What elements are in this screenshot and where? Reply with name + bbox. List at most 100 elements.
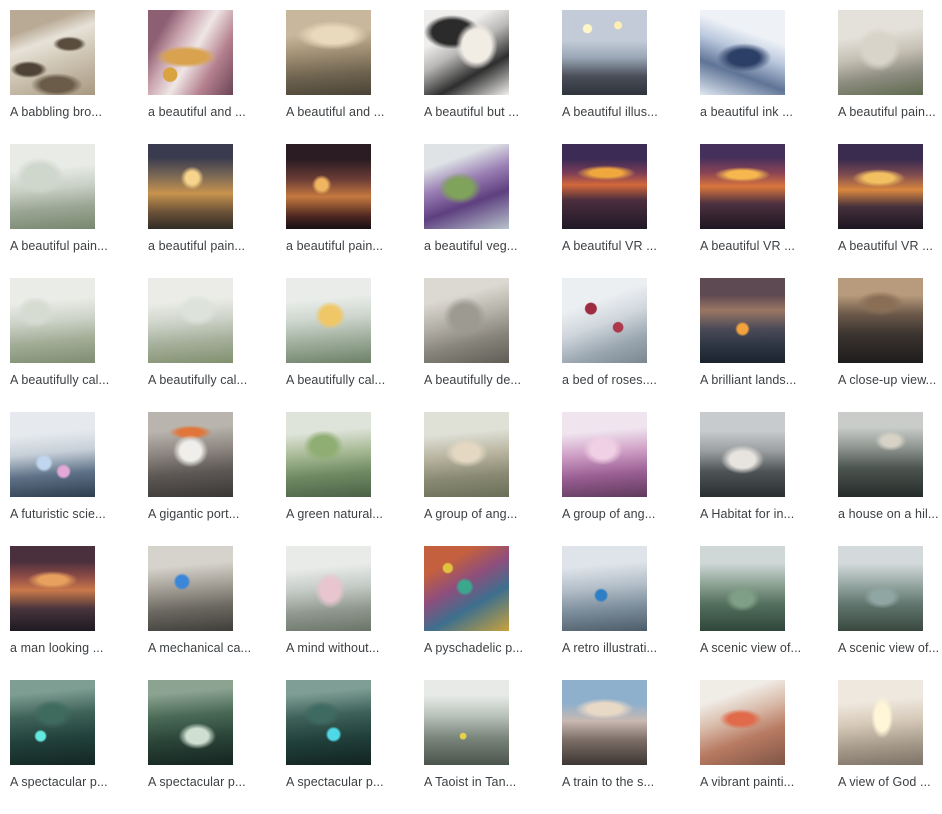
- thumbnail-image[interactable]: [562, 680, 647, 765]
- thumbnail-image[interactable]: [562, 546, 647, 631]
- thumbnail-image[interactable]: [286, 278, 371, 363]
- thumbnail-image[interactable]: [838, 412, 923, 497]
- gallery-item[interactable]: A beautifully cal...: [10, 278, 148, 412]
- gallery-item[interactable]: A beautiful and ...: [286, 10, 424, 144]
- thumbnail-image[interactable]: [10, 144, 95, 229]
- thumbnail-image[interactable]: [700, 144, 785, 229]
- thumbnail-image[interactable]: [424, 680, 509, 765]
- gallery-item[interactable]: A vibrant painti...: [700, 680, 838, 814]
- thumbnail-image[interactable]: [424, 278, 509, 363]
- thumbnail-image[interactable]: [148, 144, 233, 229]
- thumbnail-image[interactable]: [286, 412, 371, 497]
- gallery-item[interactable]: A spectacular p...: [10, 680, 148, 814]
- thumbnail-artwork: [10, 412, 95, 497]
- gallery-item[interactable]: A Habitat for in...: [700, 412, 838, 546]
- thumbnail-image[interactable]: [838, 10, 923, 95]
- thumbnail-artwork: [424, 10, 509, 95]
- thumbnail-image[interactable]: [700, 546, 785, 631]
- gallery-item[interactable]: A close-up view...: [838, 278, 942, 412]
- thumbnail-image[interactable]: [838, 278, 923, 363]
- thumbnail-image[interactable]: [424, 144, 509, 229]
- gallery-item[interactable]: A group of ang...: [424, 412, 562, 546]
- gallery-item[interactable]: A beautifully de...: [424, 278, 562, 412]
- thumbnail-image[interactable]: [148, 10, 233, 95]
- gallery-item[interactable]: A spectacular p...: [286, 680, 424, 814]
- gallery-item[interactable]: A train to the s...: [562, 680, 700, 814]
- gallery-item[interactable]: A beautiful VR ...: [562, 144, 700, 278]
- thumbnail-image[interactable]: [562, 412, 647, 497]
- thumbnail-caption: A spectacular p...: [286, 775, 384, 789]
- gallery-item[interactable]: A Taoist in Tan...: [424, 680, 562, 814]
- thumbnail-image[interactable]: [562, 278, 647, 363]
- gallery-item[interactable]: A beautifully cal...: [148, 278, 286, 412]
- gallery-item[interactable]: A beautiful VR ...: [838, 144, 942, 278]
- thumbnail-artwork: [10, 546, 95, 631]
- gallery-item[interactable]: a beautiful pain...: [286, 144, 424, 278]
- thumbnail-image[interactable]: [700, 412, 785, 497]
- gallery-item[interactable]: A pyschadelic p...: [424, 546, 562, 680]
- thumbnail-caption: A spectacular p...: [10, 775, 108, 789]
- gallery-item[interactable]: A beautiful illus...: [562, 10, 700, 144]
- thumbnail-caption: A train to the s...: [562, 775, 655, 789]
- thumbnail-image[interactable]: [148, 680, 233, 765]
- gallery-item[interactable]: A beautiful but ...: [424, 10, 562, 144]
- thumbnail-image[interactable]: [838, 144, 923, 229]
- thumbnail-artwork: [286, 546, 371, 631]
- gallery-item[interactable]: A futuristic scie...: [10, 412, 148, 546]
- thumbnail-image[interactable]: [424, 412, 509, 497]
- thumbnail-image[interactable]: [286, 144, 371, 229]
- gallery-item[interactable]: A babbling bro...: [10, 10, 148, 144]
- thumbnail-image[interactable]: [700, 10, 785, 95]
- thumbnail-caption: a man looking ...: [10, 641, 104, 655]
- thumbnail-image[interactable]: [10, 546, 95, 631]
- thumbnail-image[interactable]: [562, 144, 647, 229]
- gallery-item[interactable]: a bed of roses....: [562, 278, 700, 412]
- gallery-item[interactable]: a man looking ...: [10, 546, 148, 680]
- gallery-item[interactable]: A mechanical ca...: [148, 546, 286, 680]
- thumbnail-image[interactable]: [424, 546, 509, 631]
- thumbnail-image[interactable]: [286, 546, 371, 631]
- gallery-item[interactable]: A beautiful pain...: [838, 10, 942, 144]
- thumbnail-image[interactable]: [424, 10, 509, 95]
- gallery-item[interactable]: A beautifully cal...: [286, 278, 424, 412]
- thumbnail-image[interactable]: [10, 278, 95, 363]
- thumbnail-image[interactable]: [562, 10, 647, 95]
- gallery-item[interactable]: a beautiful ink ...: [700, 10, 838, 144]
- thumbnail-image[interactable]: [286, 10, 371, 95]
- gallery-item[interactable]: A scenic view of...: [700, 546, 838, 680]
- thumbnail-image[interactable]: [10, 680, 95, 765]
- gallery-item[interactable]: a beautiful veg...: [424, 144, 562, 278]
- thumbnail-artwork: [286, 412, 371, 497]
- thumbnail-image[interactable]: [148, 278, 233, 363]
- gallery-item[interactable]: A spectacular p...: [148, 680, 286, 814]
- thumbnail-image[interactable]: [286, 680, 371, 765]
- gallery-item[interactable]: A scenic view of...: [838, 546, 942, 680]
- thumbnail-artwork: [700, 144, 785, 229]
- thumbnail-image[interactable]: [10, 412, 95, 497]
- gallery-item[interactable]: A mind without...: [286, 546, 424, 680]
- gallery-item[interactable]: a beautiful pain...: [148, 144, 286, 278]
- thumbnail-image[interactable]: [148, 412, 233, 497]
- thumbnail-image[interactable]: [700, 680, 785, 765]
- gallery-item[interactable]: A group of ang...: [562, 412, 700, 546]
- thumbnail-artwork: [10, 144, 95, 229]
- gallery-item[interactable]: A gigantic port...: [148, 412, 286, 546]
- gallery-item[interactable]: a house on a hil...: [838, 412, 942, 546]
- thumbnail-image[interactable]: [700, 278, 785, 363]
- thumbnail-caption: A futuristic scie...: [10, 507, 106, 521]
- thumbnail-artwork: [148, 680, 233, 765]
- gallery-item[interactable]: A beautiful VR ...: [700, 144, 838, 278]
- gallery-item[interactable]: A brilliant lands...: [700, 278, 838, 412]
- thumbnail-caption: A beautifully de...: [424, 373, 522, 387]
- thumbnail-caption: A mechanical ca...: [148, 641, 252, 655]
- thumbnail-image[interactable]: [148, 546, 233, 631]
- gallery-item[interactable]: A retro illustrati...: [562, 546, 700, 680]
- gallery-item[interactable]: A beautiful pain...: [10, 144, 148, 278]
- thumbnail-image[interactable]: [838, 680, 923, 765]
- thumbnail-artwork: [838, 144, 923, 229]
- gallery-item[interactable]: A green natural...: [286, 412, 424, 546]
- gallery-item[interactable]: a beautiful and ...: [148, 10, 286, 144]
- thumbnail-image[interactable]: [838, 546, 923, 631]
- gallery-item[interactable]: A view of God ...: [838, 680, 942, 814]
- thumbnail-image[interactable]: [10, 10, 95, 95]
